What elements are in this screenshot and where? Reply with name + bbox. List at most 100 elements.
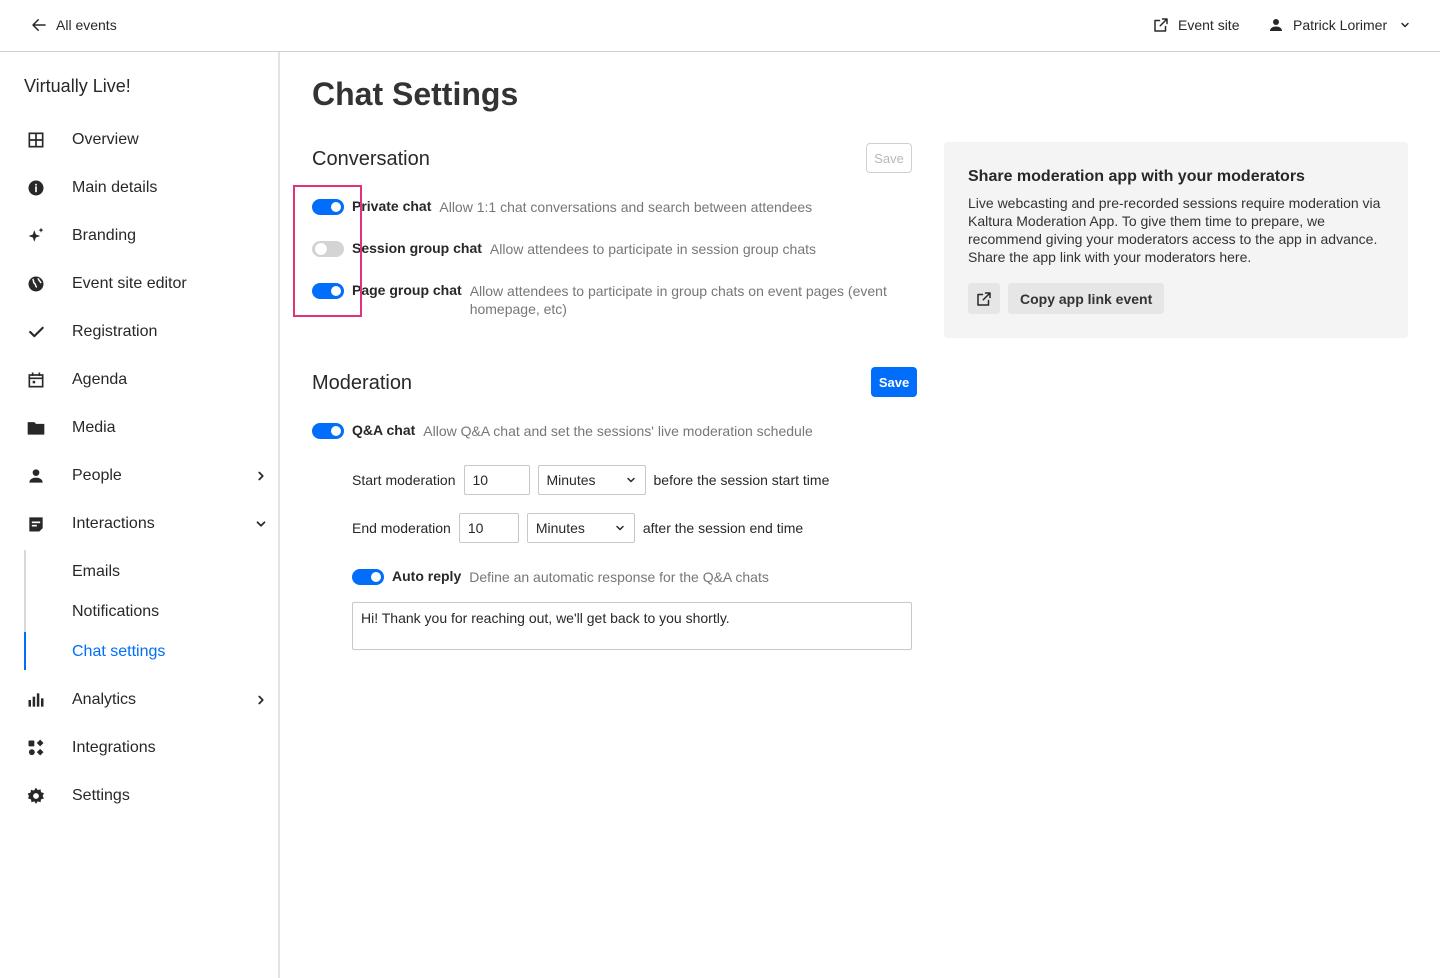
qa-chat-label: Q&A chat	[352, 422, 416, 438]
qa-chat-description: Allow Q&A chat and set the sessions' liv…	[423, 423, 813, 439]
sidebar-item-settings[interactable]: Settings	[24, 780, 274, 812]
sidebar-item-media[interactable]: Media	[24, 412, 274, 444]
private-chat-row: Private chat Allow 1:1 chat conversation…	[312, 198, 912, 216]
session-group-chat-toggle[interactable]	[312, 241, 344, 257]
chevron-down-icon	[626, 477, 635, 483]
start-moderation-label: Start moderation	[352, 472, 456, 488]
sidebar-item-label: Analytics	[72, 691, 137, 708]
auto-reply-row: Auto reply Define an automatic response …	[352, 568, 912, 586]
sidebar-item-interactions[interactable]: Interactions	[24, 508, 274, 540]
sidebar-item-registration[interactable]: Registration	[24, 316, 274, 348]
arrow-left-icon	[32, 19, 46, 31]
user-icon	[1270, 19, 1282, 31]
page-group-chat-toggle[interactable]	[312, 283, 344, 299]
integrations-icon	[24, 736, 48, 760]
info-icon	[24, 176, 48, 200]
chevron-down-icon	[1401, 22, 1409, 28]
sidebar-subitem-notifications[interactable]: Notifications	[72, 603, 159, 621]
check-icon	[24, 320, 48, 344]
conversation-save-button[interactable]: Save	[866, 143, 912, 173]
sidebar-item-label: Media	[72, 419, 116, 436]
start-moderation-suffix: before the session start time	[653, 472, 830, 488]
copy-app-link-button[interactable]: Copy app link event	[1008, 283, 1165, 314]
share-moderation-panel: Share moderation app with your moderator…	[944, 142, 1408, 338]
user-name: Patrick Lorimer	[1293, 17, 1388, 33]
end-unit-value: Minutes	[535, 520, 585, 536]
sidebar-item-label: Registration	[72, 323, 158, 340]
sidebar-item-label: Integrations	[72, 739, 156, 756]
sidebar-item-label: Interactions	[72, 515, 155, 532]
start-moderation-input[interactable]	[463, 465, 530, 495]
moderation-save-button[interactable]: Save	[871, 367, 917, 397]
globe-icon	[24, 272, 48, 296]
sidebar-item-main-details[interactable]: Main details	[24, 172, 274, 204]
top-bar: All events Event site Patrick Lorimer	[0, 0, 1440, 52]
event-name: Virtually Live!	[24, 76, 131, 96]
event-site-label: Event site	[1178, 17, 1240, 33]
sidebar-item-analytics[interactable]: Analytics	[24, 684, 274, 716]
auto-reply-textarea[interactable]: Hi! Thank you for reaching out, we'll ge…	[352, 602, 912, 650]
event-site-link[interactable]: Event site	[1152, 16, 1239, 34]
moderation-title: Moderation	[312, 372, 413, 394]
user-menu[interactable]: Patrick Lorimer	[1267, 16, 1411, 34]
page-group-chat-description: Allow attendees to participate in group …	[469, 283, 887, 317]
sidebar-item-label: Settings	[72, 787, 130, 804]
start-moderation-row: Start moderation Minutes before the sess…	[352, 465, 829, 495]
submenu-active-indicator	[24, 632, 26, 670]
auto-reply-toggle[interactable]	[352, 569, 384, 585]
chevron-right-icon	[258, 471, 264, 481]
sidebar-subitem-chat-settings[interactable]: Chat settings	[72, 643, 165, 661]
person-icon	[24, 464, 48, 488]
end-moderation-unit-select[interactable]: Minutes	[526, 513, 635, 543]
private-chat-label: Private chat	[352, 198, 432, 214]
open-app-link-button[interactable]	[968, 283, 1000, 314]
sidebar-item-label: Overview	[72, 131, 139, 148]
sidebar-item-overview[interactable]: Overview	[24, 124, 274, 156]
sidebar-item-agenda[interactable]: Agenda	[24, 364, 274, 396]
all-events-link[interactable]: All events	[30, 16, 117, 34]
page-group-chat-row: Page group chat Allow attendees to parti…	[312, 282, 912, 318]
calendar-icon	[24, 368, 48, 392]
sidebar-item-label: Agenda	[72, 371, 128, 388]
share-panel-title: Share moderation app with your moderator…	[968, 168, 1305, 185]
auto-reply-description: Define an automatic response for the Q&A…	[469, 569, 769, 585]
session-group-chat-description: Allow attendees to participate in sessio…	[489, 241, 817, 257]
sparkle-icon	[24, 224, 48, 248]
sidebar-item-branding[interactable]: Branding	[24, 220, 274, 252]
auto-reply-label: Auto reply	[392, 568, 462, 584]
end-moderation-input[interactable]	[458, 513, 519, 543]
all-events-label: All events	[56, 17, 117, 33]
chevron-down-icon	[616, 525, 624, 531]
qa-chat-toggle[interactable]	[312, 423, 344, 439]
conversation-title: Conversation	[312, 148, 430, 170]
sidebar-item-integrations[interactable]: Integrations	[24, 732, 274, 764]
page-title: Chat Settings	[312, 76, 519, 112]
session-group-chat-row: Session group chat Allow attendees to pa…	[312, 240, 912, 258]
gear-icon	[24, 784, 48, 808]
sidebar-subitem-emails[interactable]: Emails	[72, 563, 120, 581]
sidebar-item-label: People	[72, 467, 122, 484]
end-moderation-suffix: after the session end time	[642, 520, 804, 536]
start-moderation-unit-select[interactable]: Minutes	[537, 465, 646, 495]
chat-icon	[24, 512, 48, 536]
qa-chat-row: Q&A chat Allow Q&A chat and set the sess…	[312, 422, 912, 440]
private-chat-toggle[interactable]	[312, 199, 344, 215]
external-link-icon	[1154, 18, 1168, 32]
private-chat-description: Allow 1:1 chat conversations and search …	[439, 199, 813, 215]
external-link-icon	[977, 291, 991, 306]
page-group-chat-label: Page group chat	[352, 282, 462, 298]
chevron-down-icon	[256, 521, 266, 527]
sidebar-item-event-site-editor[interactable]: Event site editor	[24, 268, 274, 300]
sidebar-item-label: Main details	[72, 179, 158, 196]
sidebar: Virtually Live! Overview Main details Br…	[0, 52, 280, 978]
bar-chart-icon	[24, 688, 48, 712]
sidebar-item-label: Branding	[72, 227, 137, 244]
grid-icon	[24, 128, 48, 152]
end-moderation-label: End moderation	[352, 520, 451, 536]
start-unit-value: Minutes	[546, 472, 596, 488]
session-group-chat-label: Session group chat	[352, 240, 482, 256]
share-panel-description: Live webcasting and pre-recorded session…	[968, 195, 1381, 265]
end-moderation-row: End moderation Minutes after the session…	[352, 513, 803, 543]
sidebar-item-label: Event site editor	[72, 275, 187, 292]
sidebar-item-people[interactable]: People	[24, 460, 274, 492]
